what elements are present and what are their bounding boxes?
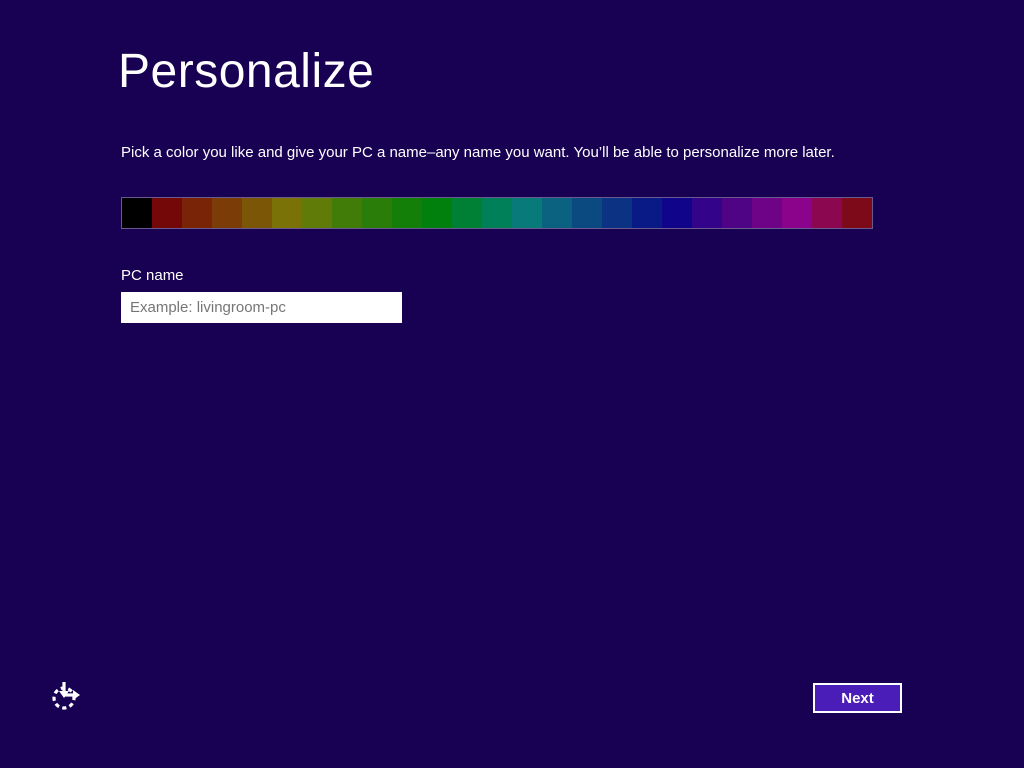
color-swatch[interactable] (182, 198, 212, 228)
pc-name-input[interactable] (121, 292, 402, 323)
ease-of-access-button[interactable] (50, 680, 82, 712)
color-swatch[interactable] (842, 198, 872, 228)
ease-of-access-icon (50, 700, 82, 715)
color-swatch[interactable] (122, 198, 152, 228)
color-swatch[interactable] (482, 198, 512, 228)
color-swatch[interactable] (782, 198, 812, 228)
color-swatch[interactable] (212, 198, 242, 228)
color-swatch[interactable] (152, 198, 182, 228)
color-swatch[interactable] (452, 198, 482, 228)
color-swatch[interactable] (602, 198, 632, 228)
color-swatch[interactable] (272, 198, 302, 228)
color-swatch[interactable] (542, 198, 572, 228)
intro-text: Pick a color you like and give your PC a… (121, 144, 835, 161)
color-swatch[interactable] (812, 198, 842, 228)
color-swatch[interactable] (512, 198, 542, 228)
pc-name-label: PC name (121, 267, 184, 284)
page-title: Personalize (118, 46, 374, 99)
color-swatch[interactable] (422, 198, 452, 228)
color-swatch[interactable] (632, 198, 662, 228)
color-swatch[interactable] (302, 198, 332, 228)
color-swatch[interactable] (332, 198, 362, 228)
color-swatch[interactable] (752, 198, 782, 228)
color-swatch[interactable] (662, 198, 692, 228)
next-button[interactable]: Next (813, 683, 902, 713)
color-swatch[interactable] (392, 198, 422, 228)
personalize-screen: { "window": { "background_color": "#1800… (0, 0, 1024, 768)
color-swatch[interactable] (722, 198, 752, 228)
color-slider[interactable] (121, 197, 873, 229)
color-swatch[interactable] (242, 198, 272, 228)
color-swatch[interactable] (362, 198, 392, 228)
color-swatch[interactable] (692, 198, 722, 228)
color-swatch[interactable] (572, 198, 602, 228)
